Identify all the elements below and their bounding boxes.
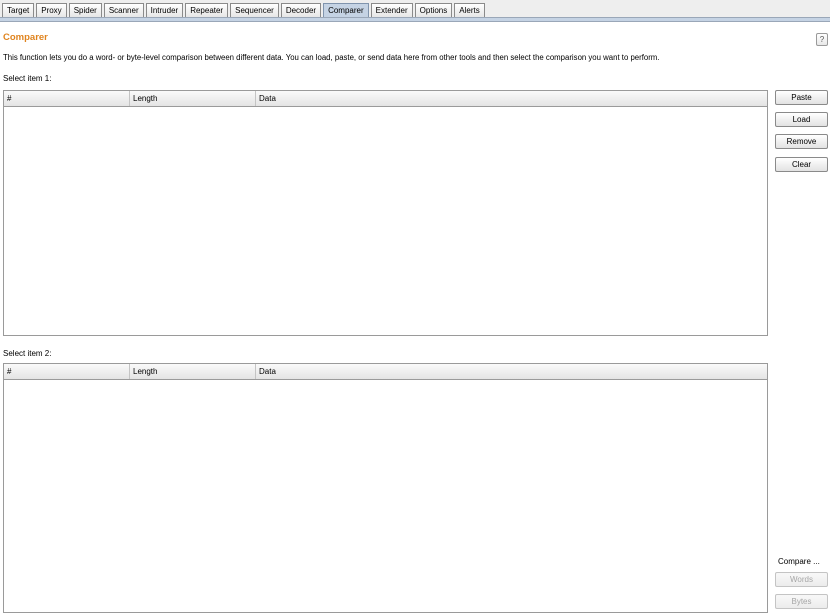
tab-comparer[interactable]: Comparer <box>323 3 369 17</box>
tab-target[interactable]: Target <box>2 3 35 17</box>
compare-label: Compare ... <box>778 557 820 566</box>
help-button[interactable]: ? <box>816 33 828 46</box>
tab-decoder[interactable]: Decoder <box>280 3 322 17</box>
page-title: Comparer <box>3 32 48 43</box>
page-description: This function lets you do a word- or byt… <box>3 53 660 62</box>
column-header-length[interactable]: Length <box>130 91 256 106</box>
clear-button[interactable]: Clear <box>775 157 828 172</box>
tab-alerts[interactable]: Alerts <box>454 3 485 17</box>
tab-bar: Target Proxy Spider Scanner Intruder Repeater… <box>0 0 830 22</box>
tab-spider[interactable]: Spider <box>68 3 102 17</box>
remove-button[interactable]: Remove <box>775 134 828 149</box>
tab-intruder[interactable]: Intruder <box>145 3 184 17</box>
tab-options[interactable]: Options <box>414 3 453 17</box>
tab-proxy[interactable]: Proxy <box>36 3 67 17</box>
tab-sequencer[interactable]: Sequencer <box>230 3 279 17</box>
column-header-length[interactable]: Length <box>130 364 256 379</box>
tab-extender[interactable]: Extender <box>370 3 413 17</box>
item2-table-header: # Length Data <box>4 364 767 380</box>
column-header-number[interactable]: # <box>4 364 130 379</box>
tab-repeater[interactable]: Repeater <box>185 3 229 17</box>
tab-list: Target Proxy Spider Scanner Intruder Repeater… <box>2 3 487 17</box>
load-button[interactable]: Load <box>775 112 828 127</box>
column-header-data[interactable]: Data <box>256 91 767 106</box>
column-header-number[interactable]: # <box>4 91 130 106</box>
item2-table[interactable]: # Length Data <box>3 363 768 613</box>
select-item-2-label: Select item 2: <box>3 349 52 358</box>
tab-scanner[interactable]: Scanner <box>103 3 144 17</box>
column-header-data[interactable]: Data <box>256 364 767 379</box>
select-item-1-label: Select item 1: <box>3 74 52 83</box>
item1-table[interactable]: # Length Data <box>3 90 768 336</box>
compare-words-button[interactable]: Words <box>775 572 828 587</box>
item1-table-header: # Length Data <box>4 91 767 107</box>
paste-button[interactable]: Paste <box>775 90 828 105</box>
